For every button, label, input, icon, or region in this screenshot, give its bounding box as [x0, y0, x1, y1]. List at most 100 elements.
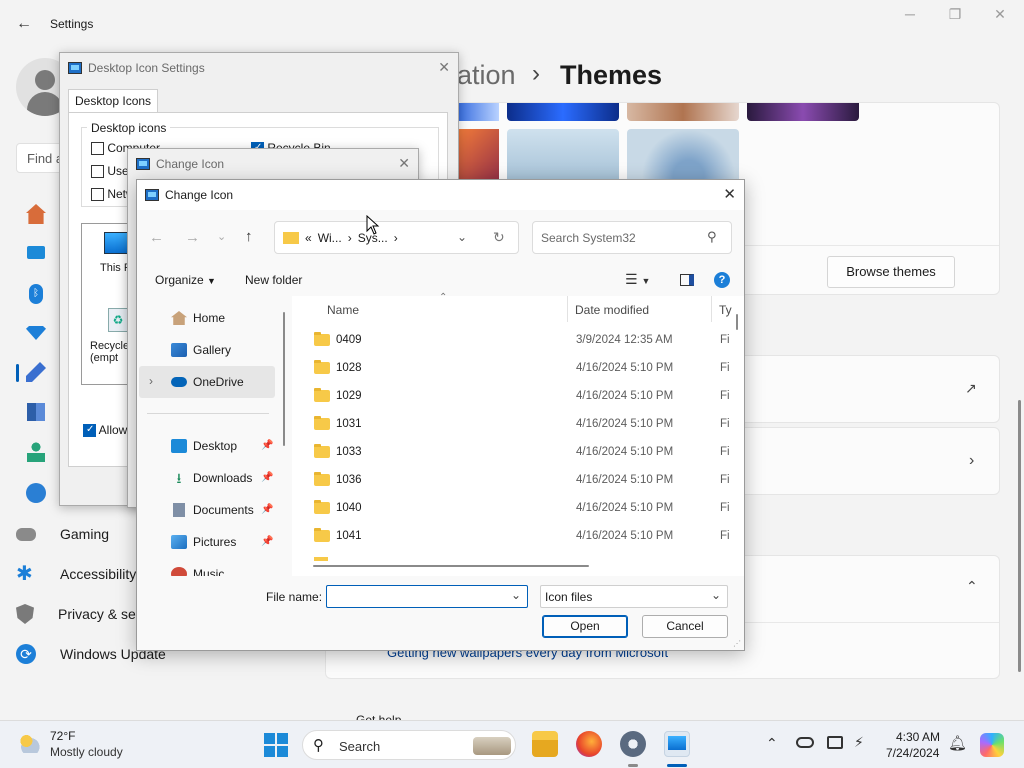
accounts-icon[interactable] — [27, 442, 45, 462]
maximize-icon[interactable]: ❐ — [933, 6, 977, 26]
notifications-bell-icon[interactable]: 🔔︎ — [948, 734, 967, 752]
search-box[interactable]: Search System32 ⚲ — [532, 221, 732, 254]
breadcrumb-prefix[interactable]: ation — [457, 60, 516, 91]
sidebar-item-desktop[interactable]: Desktop — [171, 434, 237, 458]
sidebar-item-pictures[interactable]: Pictures — [171, 530, 236, 554]
forward-icon[interactable]: → — [185, 229, 200, 246]
dropdown-icon: ▼ — [207, 276, 216, 286]
home-icon[interactable] — [26, 204, 46, 224]
file-row[interactable]: 1028 4/16/2024 5:10 PM Fi — [292, 354, 732, 382]
mouse-cursor — [366, 215, 380, 235]
preview-pane-icon[interactable] — [680, 274, 694, 286]
file-row[interactable]: 1033 4/16/2024 5:10 PM Fi — [292, 438, 732, 466]
refresh-icon[interactable]: ↻ — [493, 229, 505, 246]
weather-icon[interactable] — [16, 733, 42, 753]
taskbar-search[interactable]: ⚲ Search — [302, 730, 516, 760]
minimize-icon[interactable]: ─ — [888, 6, 932, 26]
resize-grip-icon[interactable]: ⋰ — [733, 639, 741, 648]
recycle-bin-icon[interactable]: ♻ — [108, 308, 128, 332]
sidebar-item-gallery[interactable]: Gallery — [171, 338, 231, 362]
close-icon[interactable]: ✕ — [398, 155, 410, 172]
scrollbar[interactable] — [1018, 400, 1021, 672]
pin-icon[interactable]: 📌 — [261, 440, 273, 451]
network-icon[interactable] — [26, 326, 46, 340]
file-row[interactable]: 1041 4/16/2024 5:10 PM Fi — [292, 522, 732, 550]
column-header-name[interactable]: Name — [327, 303, 359, 317]
file-list-clip-row — [314, 557, 328, 561]
nav-accessibility[interactable]: ✱ Accessibility — [16, 556, 136, 592]
theme-thumb[interactable] — [627, 103, 739, 121]
cancel-button[interactable]: Cancel — [642, 615, 728, 638]
file-explorer-icon[interactable] — [532, 731, 558, 757]
start-icon[interactable] — [264, 733, 288, 757]
breadcrumb-segment[interactable]: Wi... — [318, 231, 342, 245]
power-status-icon[interactable]: ⚡ — [854, 734, 864, 751]
nav-gaming[interactable]: Gaming — [16, 516, 109, 552]
theme-thumb[interactable] — [507, 103, 619, 121]
pin-icon[interactable]: 📌 — [261, 504, 273, 515]
view-options-icon[interactable]: ☰ ▼ — [625, 271, 650, 288]
address-dropdown-icon[interactable]: ⌄ — [457, 230, 467, 244]
theme-thumb[interactable] — [747, 103, 859, 121]
file-row[interactable]: 0409 3/9/2024 12:35 AM Fi — [292, 326, 732, 354]
apps-icon[interactable] — [27, 403, 45, 421]
nav-privacy[interactable]: Privacy & se — [16, 596, 136, 632]
bluetooth-icon[interactable]: ᛒ — [29, 284, 43, 304]
close-icon[interactable]: ✕ — [438, 59, 450, 76]
weather-desc[interactable]: Mostly cloudy — [50, 745, 123, 759]
sidebar-item-downloads[interactable]: ⭳ Downloads — [171, 466, 253, 490]
system-icon[interactable] — [27, 246, 45, 259]
chevron-up-icon[interactable]: ⌃ — [966, 578, 978, 595]
sidebar-item-documents[interactable]: Documents — [171, 498, 254, 522]
vertical-scrollbar[interactable] — [736, 314, 738, 330]
copilot-icon[interactable] — [980, 733, 1004, 757]
personalization-icon[interactable] — [26, 362, 46, 382]
horizontal-scrollbar[interactable] — [313, 565, 589, 567]
sidebar-item-home[interactable]: Home — [171, 306, 225, 330]
file-row[interactable]: 1040 4/16/2024 5:10 PM Fi — [292, 494, 732, 522]
file-type-select[interactable]: Icon files ⌄ — [540, 585, 728, 608]
column-header-type[interactable]: Ty — [719, 303, 732, 317]
checkbox[interactable] — [91, 142, 104, 156]
theme-thumb[interactable] — [459, 103, 499, 121]
up-icon[interactable]: ↑ — [245, 228, 253, 245]
weather-temp[interactable]: 72°F — [50, 729, 75, 743]
checkbox[interactable] — [91, 188, 104, 202]
organize-button[interactable]: Organize ▼ — [155, 273, 216, 287]
browse-themes-button[interactable]: Browse themes — [827, 256, 955, 288]
expand-chevron-icon[interactable]: › — [149, 374, 153, 388]
open-button[interactable]: Open — [542, 615, 628, 638]
close-icon[interactable]: ✕ — [723, 185, 736, 203]
file-row[interactable]: 1036 4/16/2024 5:10 PM Fi — [292, 466, 732, 494]
file-row[interactable]: 1031 4/16/2024 5:10 PM Fi — [292, 410, 732, 438]
address-bar[interactable]: « Wi... › Sys... › ⌄ ↻ — [274, 221, 519, 254]
file-row[interactable]: 1029 4/16/2024 5:10 PM Fi — [292, 382, 732, 410]
recent-chevron-icon[interactable]: ⌄ — [217, 230, 226, 243]
new-folder-button[interactable]: New folder — [245, 273, 302, 287]
get-help-link[interactable]: Get help — [356, 713, 401, 720]
sidebar-item-onedrive[interactable]: OneDrive — [171, 370, 244, 394]
column-header-date[interactable]: Date modified — [575, 303, 649, 317]
dropdown-icon[interactable]: ⌄ — [511, 588, 521, 602]
checkbox[interactable] — [83, 424, 96, 438]
show-hidden-icons[interactable]: ⌃ — [766, 735, 778, 752]
clock-time[interactable]: 4:30 AM — [896, 730, 940, 744]
pin-icon[interactable]: 📌 — [261, 536, 273, 547]
help-icon[interactable]: ? — [714, 272, 730, 288]
tab-desktop-icons[interactable]: Desktop Icons — [68, 89, 159, 113]
close-icon[interactable]: ✕ — [978, 6, 1022, 26]
back-icon[interactable]: ← — [149, 229, 164, 246]
checkbox[interactable] — [91, 165, 104, 179]
onedrive-status-icon[interactable] — [796, 737, 814, 748]
back-arrow-icon[interactable]: ← — [16, 15, 32, 33]
sidebar-scrollbar[interactable] — [283, 312, 285, 446]
display-status-icon[interactable] — [827, 736, 843, 749]
file-name-input[interactable]: ⌄ — [326, 585, 528, 608]
pin-icon[interactable]: 📌 — [261, 472, 273, 483]
sidebar-item-music[interactable]: Music — [171, 562, 224, 576]
settings-gear-icon[interactable] — [620, 731, 646, 757]
firefox-icon[interactable] — [576, 731, 602, 757]
clock-date[interactable]: 7/24/2024 — [886, 746, 939, 760]
time-language-icon[interactable] — [26, 483, 46, 503]
control-panel-icon[interactable] — [664, 731, 690, 757]
